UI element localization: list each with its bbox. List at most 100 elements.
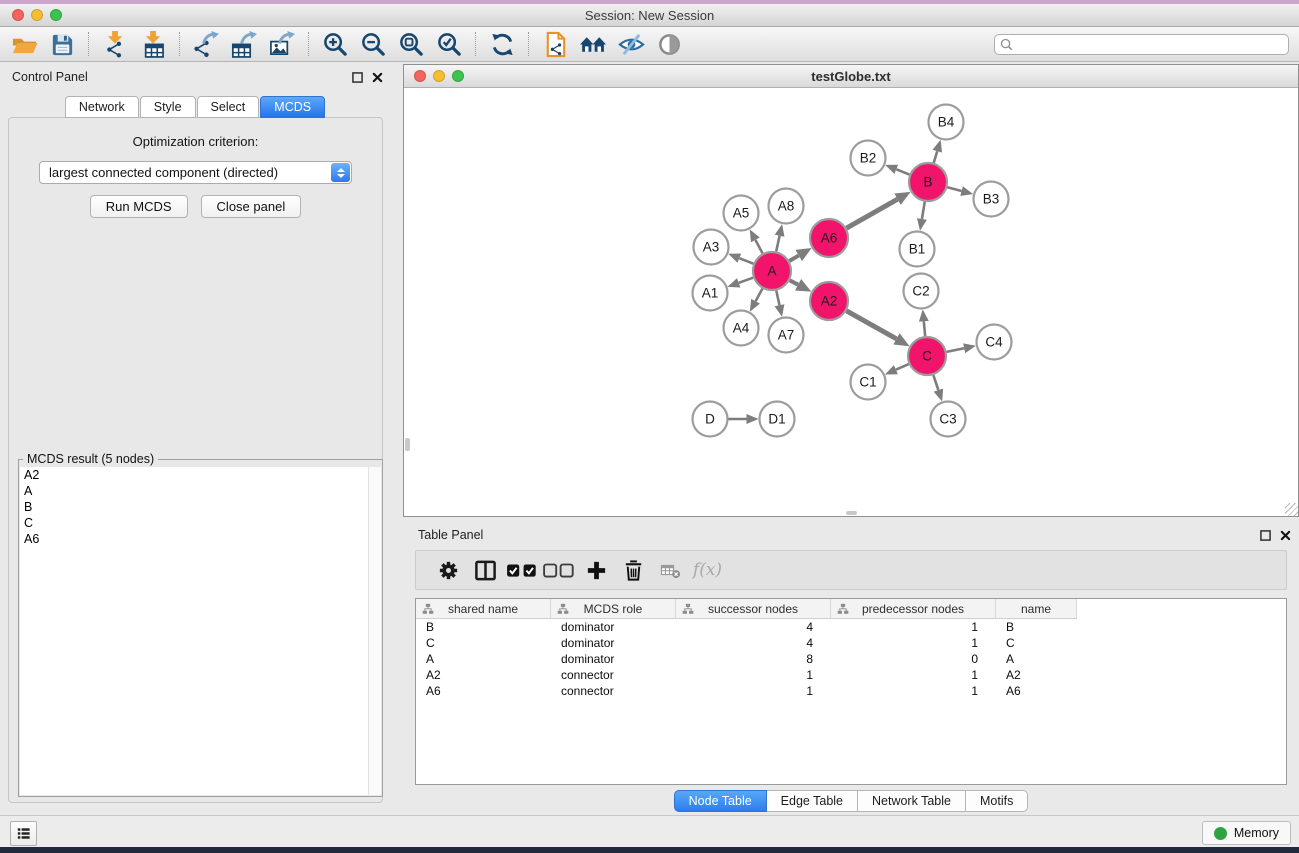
- node-B3[interactable]: B3: [974, 182, 1009, 217]
- refresh-view-button[interactable]: [483, 29, 521, 59]
- node-C4[interactable]: C4: [977, 325, 1012, 360]
- edge-B-B2[interactable]: [896, 169, 909, 174]
- column-header-successor-nodes[interactable]: successor nodes: [676, 599, 831, 619]
- table-cell[interactable]: A2: [996, 668, 1077, 682]
- node-D1[interactable]: D1: [760, 402, 795, 437]
- zoom-out-button[interactable]: [354, 29, 392, 59]
- mcds-result-item[interactable]: A6: [20, 531, 368, 547]
- table-cell[interactable]: 1: [831, 620, 996, 634]
- network-window-resize-grip[interactable]: [1285, 503, 1298, 516]
- table-cell[interactable]: B: [416, 620, 551, 634]
- node-B2[interactable]: B2: [851, 141, 886, 176]
- network-horizontal-scrollbar-thumb[interactable]: [846, 511, 857, 515]
- column-header-name[interactable]: name: [996, 599, 1077, 619]
- tab-motifs[interactable]: Motifs: [966, 790, 1028, 812]
- table-cell[interactable]: 1: [676, 668, 831, 682]
- export-image-button[interactable]: [263, 29, 301, 59]
- edge-A2-C[interactable]: [846, 311, 896, 339]
- panel-layout-button[interactable]: [10, 821, 37, 846]
- create-column-button[interactable]: [578, 555, 615, 585]
- memory-button[interactable]: Memory: [1202, 821, 1291, 845]
- table-cell[interactable]: 1: [831, 684, 996, 698]
- edge-A-A8[interactable]: [776, 236, 779, 252]
- table-cell[interactable]: A6: [996, 684, 1077, 698]
- mcds-result-item[interactable]: A2: [20, 467, 368, 483]
- table-row[interactable]: Bdominator41B: [416, 619, 1286, 635]
- edge-A-A7[interactable]: [776, 291, 779, 306]
- table-cell[interactable]: 1: [831, 636, 996, 650]
- edge-C-C3[interactable]: [933, 375, 938, 390]
- table-cell[interactable]: 8: [676, 652, 831, 666]
- tab-style[interactable]: Style: [140, 96, 196, 118]
- table-cell[interactable]: 1: [676, 684, 831, 698]
- table-cell[interactable]: A: [416, 652, 551, 666]
- save-session-button[interactable]: [43, 29, 81, 59]
- node-A[interactable]: A: [753, 252, 791, 290]
- table-row[interactable]: Cdominator41C: [416, 635, 1286, 651]
- network-window-titlebar[interactable]: testGlobe.txt: [404, 65, 1298, 88]
- table-settings-button[interactable]: [430, 555, 467, 585]
- tab-network-table[interactable]: Network Table: [858, 790, 966, 812]
- table-row[interactable]: A2connector11A2: [416, 667, 1286, 683]
- show-columns-button[interactable]: [467, 555, 504, 585]
- table-cell[interactable]: dominator: [551, 620, 676, 634]
- delete-column-button[interactable]: [615, 555, 652, 585]
- node-A2[interactable]: A2: [810, 282, 848, 320]
- table-cell[interactable]: C: [416, 636, 551, 650]
- edge-A-A5[interactable]: [755, 240, 762, 253]
- table-cell[interactable]: B: [996, 620, 1077, 634]
- column-header-shared-name[interactable]: shared name: [416, 599, 551, 619]
- export-table-button[interactable]: [225, 29, 263, 59]
- table-cell[interactable]: 1: [831, 668, 996, 682]
- criterion-dropdown[interactable]: largest connected component (directed): [39, 161, 352, 184]
- unselect-all-columns-button[interactable]: [541, 555, 578, 585]
- node-A1[interactable]: A1: [693, 276, 728, 311]
- edge-A-A4[interactable]: [756, 289, 763, 302]
- close-panel-button[interactable]: Close panel: [201, 195, 302, 218]
- node-A8[interactable]: A8: [769, 189, 804, 224]
- node-D[interactable]: D: [693, 402, 728, 437]
- node-C[interactable]: C: [908, 337, 946, 375]
- mcds-result-scrollbar[interactable]: [368, 467, 381, 795]
- table-cell[interactable]: A6: [416, 684, 551, 698]
- node-C3[interactable]: C3: [931, 402, 966, 437]
- close-panel-icon[interactable]: [372, 72, 383, 83]
- edge-B-B4[interactable]: [934, 151, 937, 163]
- table-cell[interactable]: connector: [551, 668, 676, 682]
- edge-C-C4[interactable]: [947, 348, 965, 352]
- zoom-in-button[interactable]: [316, 29, 354, 59]
- table-cell[interactable]: A2: [416, 668, 551, 682]
- edge-B-B3[interactable]: [947, 187, 961, 191]
- network-canvas[interactable]: B4B2BB3A5A8A6A3B1AA1C2A2A4A7C4CC1C3DD1: [404, 88, 1298, 516]
- zoom-selected-button[interactable]: [430, 29, 468, 59]
- table-cell[interactable]: dominator: [551, 636, 676, 650]
- node-A3[interactable]: A3: [694, 230, 729, 265]
- search-input[interactable]: [994, 34, 1289, 55]
- table-row[interactable]: Adominator80A: [416, 651, 1286, 667]
- node-C2[interactable]: C2: [904, 274, 939, 309]
- node-B[interactable]: B: [909, 163, 947, 201]
- export-network-button[interactable]: [187, 29, 225, 59]
- network-vertical-scrollbar-thumb[interactable]: [405, 438, 410, 451]
- float-panel-icon[interactable]: [1260, 530, 1271, 541]
- table-cell[interactable]: A: [996, 652, 1077, 666]
- import-table-button[interactable]: [134, 29, 172, 59]
- edge-A-A1[interactable]: [739, 278, 753, 283]
- show-graphics-details-button[interactable]: [650, 29, 688, 59]
- hide-graphics-details-button[interactable]: [612, 29, 650, 59]
- column-header-MCDS-role[interactable]: MCDS role: [551, 599, 676, 619]
- table-cell[interactable]: C: [996, 636, 1077, 650]
- table-cell[interactable]: connector: [551, 684, 676, 698]
- edge-A-A3[interactable]: [739, 258, 753, 264]
- table-cell[interactable]: 4: [676, 620, 831, 634]
- table-row[interactable]: A6connector11A6: [416, 683, 1286, 699]
- select-all-columns-button[interactable]: [504, 555, 541, 585]
- new-network-from-file-button[interactable]: [536, 29, 574, 59]
- close-panel-icon[interactable]: [1280, 530, 1291, 541]
- node-B1[interactable]: B1: [900, 232, 935, 267]
- table-cell[interactable]: 0: [831, 652, 996, 666]
- edge-A-A6[interactable]: [789, 256, 798, 261]
- node-A5[interactable]: A5: [724, 196, 759, 231]
- tab-node-table[interactable]: Node Table: [674, 790, 767, 812]
- node-A6[interactable]: A6: [810, 219, 848, 257]
